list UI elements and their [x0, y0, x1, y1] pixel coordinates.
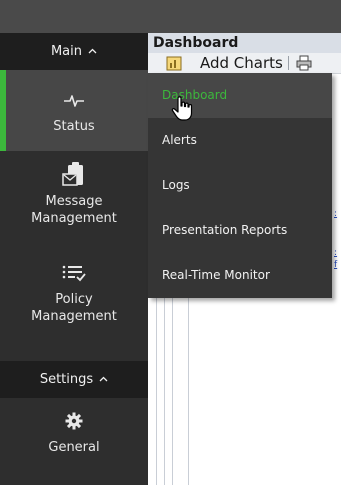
add-charts-button[interactable]: Add Charts [200, 53, 283, 73]
add-chart-icon[interactable] [166, 55, 184, 75]
main-section-header[interactable]: Main [0, 33, 148, 70]
sidebar: Main Status Message Management Policy Ma… [0, 33, 148, 485]
clipboard-mail-icon [62, 161, 86, 189]
print-icon[interactable] [296, 55, 312, 75]
sidebar-item-status[interactable]: Status [0, 70, 148, 151]
top-bar [0, 0, 341, 33]
page-title: Dashboard [148, 33, 341, 53]
sidebar-item-message-management[interactable]: Message Management [0, 161, 148, 251]
chevron-up-icon [88, 47, 97, 57]
settings-section-label: Settings [39, 372, 94, 387]
sidebar-item-label: General [48, 440, 100, 455]
partial-link[interactable]: : [334, 209, 337, 219]
sidebar-item-policy-management[interactable]: Policy Management [0, 259, 148, 355]
sidebar-item-label: Status [53, 119, 95, 134]
hand-cursor-icon [171, 96, 193, 126]
sidebar-item-label: Policy Management [31, 292, 117, 324]
content-toolbar: Add Charts [148, 53, 341, 74]
pulse-icon [63, 86, 85, 114]
chevron-up-icon [99, 375, 108, 385]
partial-link[interactable]: f [334, 260, 337, 270]
sidebar-item-general[interactable]: General [0, 407, 148, 477]
settings-section-header[interactable]: Settings [0, 361, 148, 398]
partial-link[interactable]: : [334, 248, 337, 258]
menu-item-logs[interactable]: Logs [148, 163, 332, 208]
gear-icon [65, 407, 83, 435]
main-section-label: Main [50, 44, 83, 59]
sidebar-item-label: Message Management [31, 194, 117, 226]
menu-item-real-time-monitor[interactable]: Real-Time Monitor [148, 253, 332, 298]
list-check-icon [62, 259, 86, 287]
toolbar-divider [288, 56, 289, 70]
menu-item-presentation-reports[interactable]: Presentation Reports [148, 208, 332, 253]
